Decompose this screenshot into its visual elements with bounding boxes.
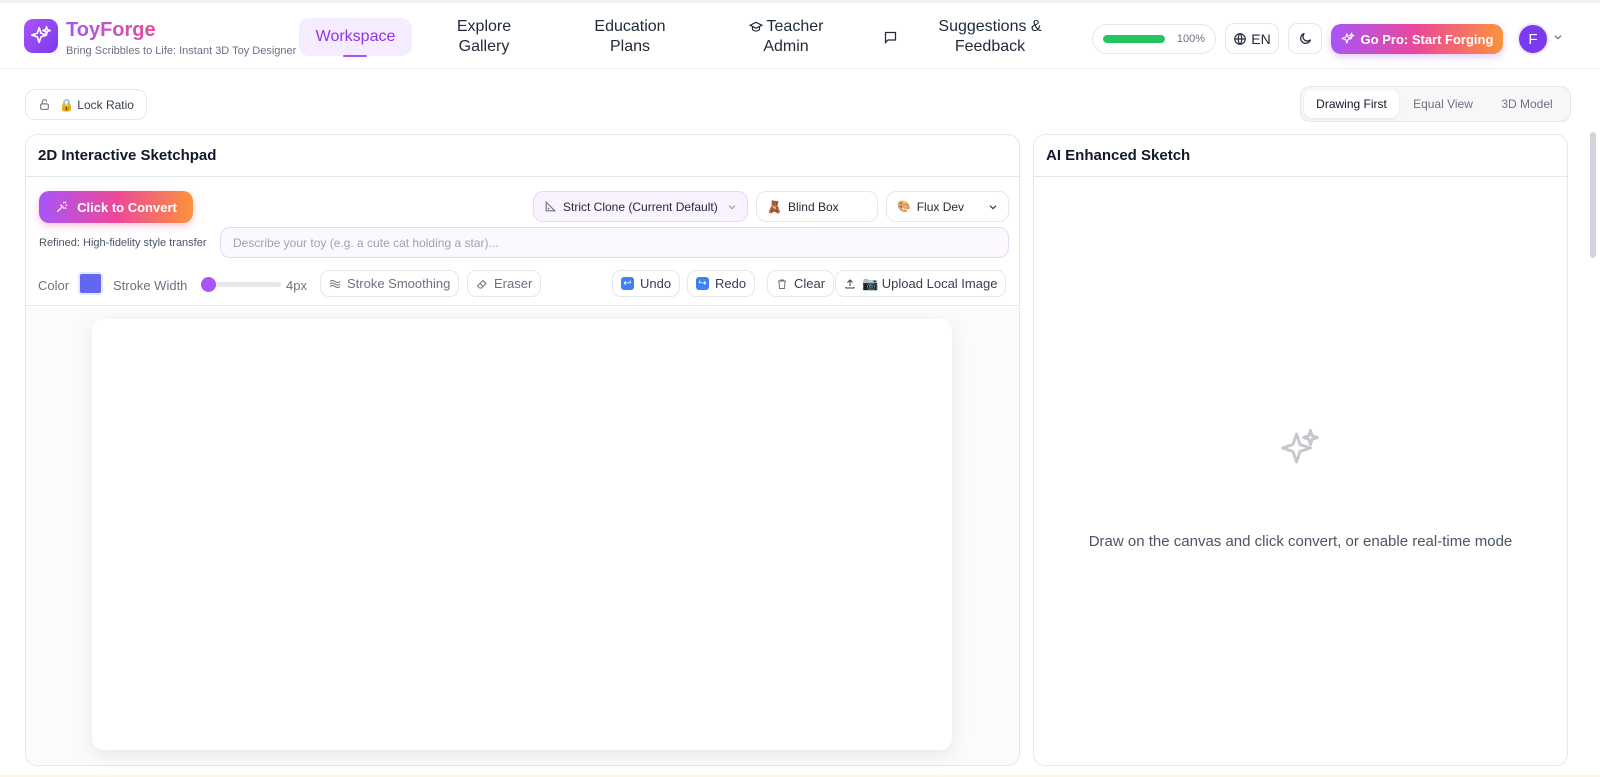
eraser-label: Eraser: [494, 276, 533, 291]
nav-workspace-label: Workspace: [315, 28, 396, 45]
redo-button[interactable]: ↪ Redo: [687, 270, 756, 297]
nav-chat[interactable]: [875, 17, 905, 57]
undo-label: Undo: [640, 276, 672, 291]
redo-label: Redo: [715, 276, 747, 291]
stroke-width-slider[interactable]: [201, 277, 281, 292]
sparkles-icon: [1341, 32, 1354, 44]
trash-icon: [778, 279, 786, 289]
progress-track: [1103, 35, 1165, 43]
view-equal-view[interactable]: Equal View: [1399, 90, 1487, 118]
undo-button[interactable]: ↩ Undo: [612, 270, 681, 297]
nav-explore-line1: Explore: [456, 18, 512, 35]
style-select-value: Blind Box: [787, 199, 839, 214]
lock-ratio-label: 🔒 Lock Ratio: [59, 97, 134, 112]
magic-wand-icon: [57, 201, 68, 213]
progress-label: 100%: [1176, 33, 1205, 45]
nav-education-line1: Education: [594, 18, 666, 35]
nav-teacher-admin[interactable]: Teacher Admin: [738, 17, 834, 57]
color-label: Color: [38, 278, 70, 293]
clear-button[interactable]: Clear: [767, 270, 835, 297]
credits-progress: 100%: [1092, 24, 1216, 54]
ai-sketch-placeholder: Draw on the canvas and click convert, or…: [1034, 177, 1567, 765]
logo[interactable]: [24, 19, 58, 53]
mode-select-value: Strict Clone (Current Default): [563, 199, 718, 214]
view-3d-model[interactable]: 3D Model: [1487, 90, 1567, 118]
nav-suggestions-line1: Suggestions &: [938, 18, 1042, 35]
ruler-triangle-icon: [545, 200, 557, 212]
nav-teacher-line2: Admin: [763, 38, 809, 55]
stroke-width-label: Stroke Width: [113, 278, 188, 293]
unlock-icon: [40, 99, 49, 110]
moon-icon: [1299, 32, 1311, 44]
sparkles-icon: [1281, 429, 1319, 464]
undo-icon: ↩: [621, 277, 634, 290]
brand-tagline: Bring Scribbles to Life: Instant 3D Toy …: [66, 45, 297, 57]
language-button[interactable]: EN: [1225, 23, 1279, 54]
ai-sketch-placeholder-text: Draw on the canvas and click convert, or…: [1088, 533, 1513, 550]
graduation-cap-icon: [748, 21, 763, 32]
sparkles-icon: [31, 26, 51, 44]
progress-fill: [1103, 35, 1165, 43]
view-mode-selector: Drawing First Equal View 3D Model: [1300, 86, 1571, 122]
upload-image-button[interactable]: 📷 Upload Local Image: [835, 270, 1007, 297]
toy-description-input[interactable]: [220, 227, 1009, 258]
view-drawing-first[interactable]: Drawing First: [1304, 90, 1399, 118]
nav-explore-gallery[interactable]: Explore Gallery: [440, 17, 528, 57]
stroke-smoothing-button[interactable]: Stroke Smoothing: [320, 270, 460, 297]
app-header: ToyForge Bring Scribbles to Life: Instan…: [0, 0, 1600, 69]
redo-icon: ↪: [696, 277, 709, 290]
canvas-area: [26, 307, 1019, 765]
mode-select[interactable]: Strict Clone (Current Default): [533, 191, 748, 222]
nav-education-line2: Plans: [609, 38, 650, 55]
palette-icon: 🎨: [897, 201, 911, 213]
go-pro-button[interactable]: Go Pro: Start Forging: [1331, 24, 1503, 54]
convert-label: Click to Convert: [77, 199, 177, 215]
waves-icon: [329, 279, 341, 288]
lock-ratio-button[interactable]: 🔒 Lock Ratio: [25, 89, 147, 120]
brand-name: ToyForge: [66, 19, 156, 41]
nav-explore-line2: Gallery: [458, 38, 510, 55]
upload-label: 📷 Upload Local Image: [862, 275, 998, 291]
nav-workspace[interactable]: Workspace: [299, 18, 412, 57]
model-select[interactable]: 🎨 Flux Dev: [886, 191, 1009, 222]
message-square-icon: [884, 31, 896, 44]
slider-thumb[interactable]: [201, 277, 216, 292]
upload-icon: [845, 278, 855, 288]
nav-suggestions-line2: Feedback: [954, 38, 1026, 55]
nav-teacher-line1: Teacher: [766, 18, 824, 35]
stroke-width-value: 4px: [286, 278, 307, 293]
active-indicator: [343, 55, 367, 57]
clear-label: Clear: [794, 276, 826, 291]
eraser-button[interactable]: Eraser: [467, 270, 542, 297]
nav-education-plans[interactable]: Education Plans: [578, 17, 682, 57]
stroke-smoothing-label: Stroke Smoothing: [347, 276, 451, 291]
eraser-icon: [476, 279, 487, 288]
convert-button[interactable]: Click to Convert: [39, 191, 193, 223]
toy-bear-icon: 🧸: [767, 199, 782, 214]
ai-sketch-panel: AI Enhanced Sketch Draw on the canvas an…: [1033, 134, 1568, 766]
ai-sketch-title: AI Enhanced Sketch: [1034, 135, 1567, 177]
chevron-down-icon: [989, 204, 997, 210]
theme-toggle-button[interactable]: [1288, 23, 1322, 54]
nav-suggestions-feedback[interactable]: Suggestions & Feedback: [932, 17, 1048, 57]
sketchpad-title: 2D Interactive Sketchpad: [26, 135, 1019, 177]
drawing-canvas[interactable]: [92, 319, 952, 750]
refined-note: Refined: High-fidelity style transfer: [39, 237, 207, 249]
model-select-value: Flux Dev: [916, 199, 965, 214]
user-avatar[interactable]: F: [1517, 23, 1549, 55]
style-select[interactable]: 🧸 Blind Box: [756, 191, 878, 222]
sketchpad-panel: 2D Interactive Sketchpad Click to Conver…: [25, 134, 1020, 766]
page-scrollbar[interactable]: [1590, 132, 1596, 258]
chevron-down-icon[interactable]: [1553, 32, 1563, 42]
language-label: EN: [1251, 30, 1271, 47]
color-picker[interactable]: [78, 272, 103, 295]
chevron-down-icon: [728, 204, 736, 210]
go-pro-label: Go Pro: Start Forging: [1360, 31, 1494, 47]
globe-icon: [1234, 32, 1247, 45]
drawing-toolbar: Color Stroke Width 4px Stroke Smoothing …: [26, 269, 1019, 306]
